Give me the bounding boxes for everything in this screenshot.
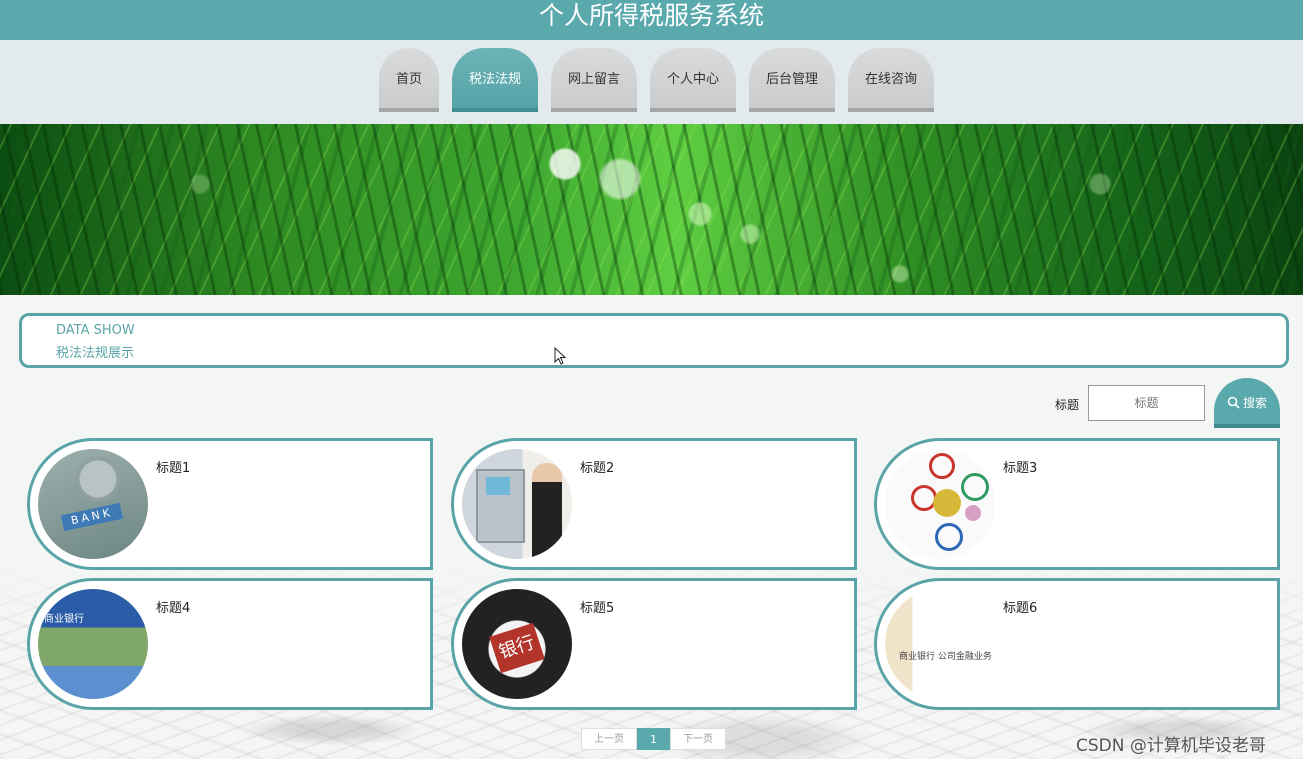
card-title: 标题3 [1003,461,1038,476]
bank-logo-icon [961,473,989,501]
watermark: CSDN @计算机毕设老哥 [1076,736,1266,756]
thumb-text: 商业银行 公司金融业务 [899,652,992,662]
card-thumbnail [885,449,995,559]
card-thumbnail: 商业银行 [38,589,148,699]
prev-page-button[interactable]: 上一页 [581,728,637,750]
search-input[interactable] [1088,385,1205,421]
app-title: 个人所得税服务系统 [538,1,764,30]
bank-logo-icon [933,489,961,517]
law-card-3[interactable]: 标题3 [874,438,1280,570]
card-title: 标题5 [580,601,615,616]
card-title: 标题2 [580,461,615,476]
thumb-text: 商业银行 [44,614,84,625]
nav-home[interactable]: 首页 [379,48,439,112]
card-thumbnail: 银行 [462,589,572,699]
law-card-6[interactable]: 商业银行 公司金融业务 标题6 [874,578,1280,710]
law-card-2[interactable]: 标题2 [451,438,857,570]
next-page-button[interactable]: 下一页 [670,728,726,750]
mouse-cursor-icon [554,347,566,365]
bank-logo-icon [935,523,963,551]
nav-tax-laws[interactable]: 税法法规 [452,48,538,112]
card-thumbnail: BANK [38,449,148,559]
search-icon [1227,396,1240,409]
law-card-4[interactable]: 商业银行 标题4 [27,578,433,710]
section-title-en: DATA SHOW [56,323,135,338]
section-header: DATA SHOW 税法法规展示 [19,313,1289,368]
card-title: 标题6 [1003,601,1038,616]
card-thumbnail [462,449,572,559]
search-button-label: 搜索 [1242,396,1267,410]
nav-personal-center[interactable]: 个人中心 [650,48,736,112]
section-title-zh: 税法法规展示 [56,346,135,361]
thumb-text: BANK [60,502,124,532]
page-1-button[interactable]: 1 [637,728,670,750]
bank-logo-icon [965,505,981,521]
atm-screen-shape [486,477,510,495]
bank-logo-icon [929,453,955,479]
card-thumbnail: 商业银行 公司金融业务 [885,589,995,699]
banner-image [0,124,1303,295]
pagination: 上一页 1 下一页 [581,728,726,750]
nav-admin[interactable]: 后台管理 [749,48,835,112]
main-nav: 首页 税法法规 网上留言 个人中心 后台管理 在线咨询 [379,48,934,112]
card-title: 标题1 [156,461,191,476]
app-header: 个人所得税服务系统 [0,0,1303,40]
law-card-1[interactable]: BANK 标题1 [27,438,433,570]
card-title: 标题4 [156,601,191,616]
law-card-5[interactable]: 银行 标题5 [451,578,857,710]
nav-bar: 首页 税法法规 网上留言 个人中心 后台管理 在线咨询 [0,40,1303,124]
nav-online-consult[interactable]: 在线咨询 [848,48,934,112]
thumb-text: 银行 [489,622,545,674]
search-label: 标题 [1055,398,1080,412]
nav-messages[interactable]: 网上留言 [551,48,637,112]
search-button[interactable]: 搜索 [1214,378,1280,428]
person-shape [532,463,562,558]
